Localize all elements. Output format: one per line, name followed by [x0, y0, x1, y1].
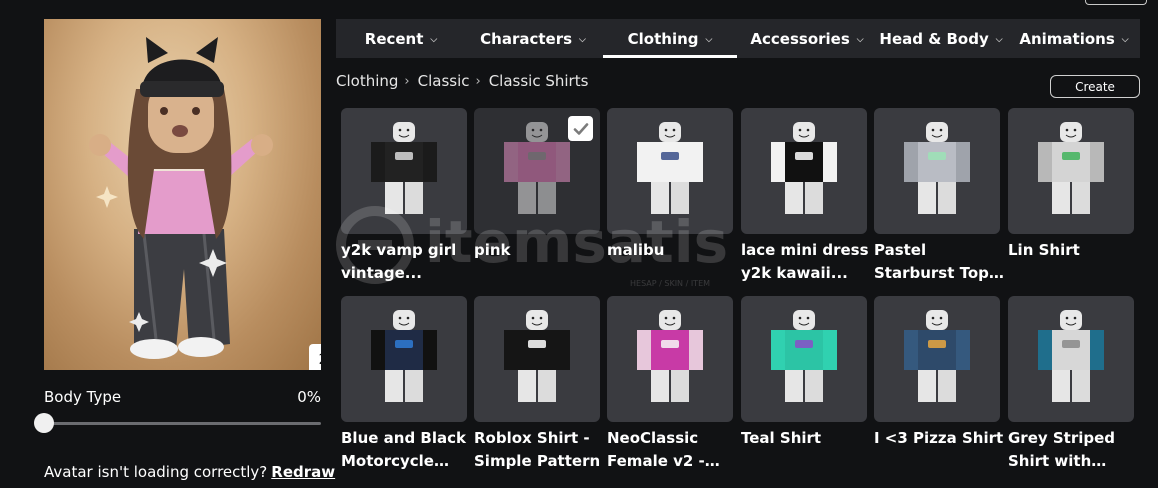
item-thumbnail[interactable] [741, 108, 867, 234]
body-type-slider-handle[interactable] [34, 413, 54, 433]
item-name[interactable]: NeoClassic Female v2 - Shirt [607, 427, 739, 473]
tab-label: Animations [1019, 29, 1115, 48]
item-name[interactable]: Blue and Black Motorcycle Shirt [341, 427, 473, 473]
avatar-preview: 2D [44, 19, 321, 370]
chevron-right-icon: › [404, 73, 410, 89]
neoclassic-shirt-icon [637, 310, 703, 402]
black-dress-icon [771, 122, 837, 214]
tab-label: Characters [480, 29, 573, 48]
white-tee-icon [637, 122, 703, 214]
item-name[interactable]: pink [474, 239, 606, 262]
breadcrumb-classic[interactable]: Classic [418, 72, 470, 90]
breadcrumb-clothing[interactable]: Clothing [336, 72, 398, 90]
item-name[interactable]: Roblox Shirt - Simple Pattern [474, 427, 606, 473]
chevron-down-icon: ⌵ [705, 34, 713, 45]
item-name[interactable]: Teal Shirt [741, 427, 873, 450]
item-thumbnail[interactable] [1008, 296, 1134, 422]
item-thumbnail[interactable] [607, 296, 733, 422]
denim-shirt-icon [1038, 310, 1104, 402]
pastel-top-icon [904, 122, 970, 214]
item-thumbnail[interactable] [874, 296, 1000, 422]
item-name[interactable]: y2k vamp girl vintage... [341, 239, 473, 285]
create-button[interactable]: Create [1050, 75, 1140, 98]
tab-characters[interactable]: Characters ⌵ [466, 19, 600, 58]
item-name[interactable]: Pastel Starburst Top with Gray... [874, 239, 1006, 285]
redraw-link[interactable]: Redraw [271, 463, 335, 481]
tab-label: Head & Body [879, 29, 989, 48]
item-name[interactable]: malibu [607, 239, 739, 262]
body-type-label: Body Type [44, 388, 122, 406]
grey-shirt-icon [1038, 122, 1104, 214]
body-type-slider-track[interactable] [44, 422, 321, 425]
avatar-issue-message: Avatar isn't loading correctly? Redraw [44, 463, 335, 481]
roblox-shirt-icon [504, 310, 570, 402]
chevron-right-icon: › [475, 73, 481, 89]
checkmark-icon[interactable] [568, 116, 593, 141]
teal-shirt-icon [771, 310, 837, 402]
chevron-down-icon: ⌵ [856, 34, 864, 45]
chevron-down-icon: ⌵ [1121, 34, 1129, 45]
chevron-down-icon: ⌵ [579, 34, 586, 45]
item-thumbnail[interactable] [341, 108, 467, 234]
item-name[interactable]: Lin Shirt [1008, 239, 1140, 262]
top-corner-button[interactable] [1085, 0, 1147, 5]
item-thumbnail[interactable] [741, 296, 867, 422]
breadcrumb-classic-shirts: Classic Shirts [488, 72, 589, 90]
tab-head-body[interactable]: Head & Body ⌵ [874, 19, 1008, 58]
tab-accessories[interactable]: Accessories ⌵ [740, 19, 874, 58]
item-thumbnail[interactable] [341, 296, 467, 422]
tab-label: Clothing [627, 29, 699, 48]
category-tab-bar: Recent ⌵ Characters ⌵ Clothing ⌵ Accessorie… [336, 19, 1140, 58]
avatar-figure [89, 37, 273, 359]
item-thumbnail[interactable] [1008, 108, 1134, 234]
chevron-down-icon: ⌵ [995, 34, 1003, 45]
breadcrumb: Clothing › Classic › Classic Shirts [336, 72, 588, 90]
pizza-shirt-icon [904, 310, 970, 402]
item-name[interactable]: I <3 Pizza Shirt [874, 427, 1006, 450]
watermark-tagline: HESAP / SKIN / ITEM [630, 279, 710, 288]
item-name[interactable]: Grey Striped Shirt with Deni... [1008, 427, 1140, 473]
item-name[interactable]: lace mini dress y2k kawaii... [741, 239, 873, 285]
body-type-value: 0% [297, 388, 321, 406]
tab-label: Accessories [750, 29, 850, 48]
item-thumbnail[interactable] [474, 296, 600, 422]
item-thumbnail[interactable] [874, 108, 1000, 234]
view-2d-toggle-button[interactable]: 2D [309, 344, 321, 370]
black-jacket-icon [371, 122, 437, 214]
tab-clothing[interactable]: Clothing ⌵ [603, 19, 737, 58]
avatar-issue-text: Avatar isn't loading correctly? [44, 463, 268, 481]
tab-recent[interactable]: Recent ⌵ [336, 19, 466, 58]
tab-label: Recent [364, 29, 424, 48]
chevron-down-icon: ⌵ [430, 34, 438, 45]
tab-animations[interactable]: Animations ⌵ [1008, 19, 1140, 58]
item-thumbnail[interactable] [607, 108, 733, 234]
moto-shirt-icon [371, 310, 437, 402]
item-thumbnail[interactable] [474, 108, 600, 234]
